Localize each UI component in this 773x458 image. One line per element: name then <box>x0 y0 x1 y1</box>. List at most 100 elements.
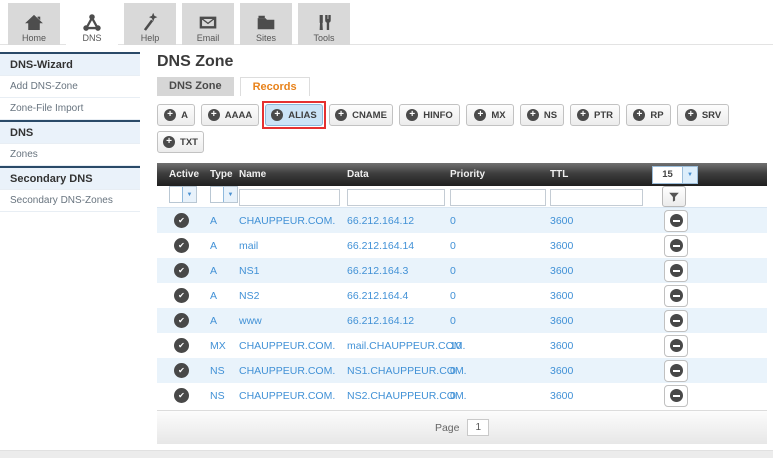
record-data-link[interactable]: 66.212.164.14 <box>347 240 414 252</box>
delete-record-button[interactable] <box>664 360 688 382</box>
record-name-link[interactable]: CHAUPPEUR.COM. <box>239 340 335 352</box>
record-type-link[interactable]: NS <box>210 365 225 377</box>
column-header-ttl[interactable]: TTL <box>550 169 652 180</box>
delete-record-button[interactable] <box>664 385 688 407</box>
column-header-priority[interactable]: Priority <box>450 169 550 180</box>
table-row: ✔ MX CHAUPPEUR.COM. mail.CHAUPPEUR.COM. … <box>157 333 767 358</box>
record-name-link[interactable]: CHAUPPEUR.COM. <box>239 365 335 377</box>
toolbar-tab-tools[interactable]: Tools <box>298 3 350 45</box>
tab-dns-zone[interactable]: DNS Zone <box>157 77 234 96</box>
record-ttl-link[interactable]: 3600 <box>550 265 573 277</box>
sidebar-item-add-dns-zone[interactable]: Add DNS-Zone <box>0 76 140 98</box>
add-record-label: TXT <box>180 137 198 148</box>
add-ptr-button[interactable]: +PTR <box>570 104 620 126</box>
record-data-link[interactable]: NS2.CHAUPPEUR.COM. <box>347 390 467 402</box>
record-priority-link[interactable]: 0 <box>450 265 456 277</box>
active-check-icon[interactable]: ✔ <box>174 388 189 403</box>
add-alias-button[interactable]: +ALIAS <box>265 104 323 126</box>
toolbar-tab-sites[interactable]: Sites <box>240 3 292 45</box>
record-name-link[interactable]: CHAUPPEUR.COM. <box>239 390 335 402</box>
sidebar-item-zones[interactable]: Zones <box>0 144 140 166</box>
active-check-icon[interactable]: ✔ <box>174 338 189 353</box>
add-mx-button[interactable]: +MX <box>466 104 514 126</box>
add-ns-button[interactable]: +NS <box>520 104 564 126</box>
record-type-link[interactable]: A <box>210 215 217 227</box>
record-ttl-link[interactable]: 3600 <box>550 315 573 327</box>
active-check-icon[interactable]: ✔ <box>174 263 189 278</box>
record-name-link[interactable]: www <box>239 315 262 327</box>
record-priority-link[interactable]: 0 <box>450 315 456 327</box>
record-ttl-link[interactable]: 3600 <box>550 240 573 252</box>
add-cname-button[interactable]: +CNAME <box>329 104 393 126</box>
active-check-icon[interactable]: ✔ <box>174 313 189 328</box>
record-data-link[interactable]: 66.212.164.12 <box>347 315 414 327</box>
filter-priority-input[interactable] <box>450 189 546 206</box>
add-a-button[interactable]: +A <box>157 104 195 126</box>
record-type-link[interactable]: A <box>210 315 217 327</box>
record-ttl-link[interactable]: 3600 <box>550 290 573 302</box>
active-check-icon[interactable]: ✔ <box>174 238 189 253</box>
filter-apply-button[interactable] <box>662 186 686 207</box>
add-txt-button[interactable]: +TXT <box>157 131 204 153</box>
record-priority-link[interactable]: 0 <box>450 365 456 377</box>
column-header-type[interactable]: Type <box>210 169 239 180</box>
record-name-link[interactable]: CHAUPPEUR.COM. <box>239 215 335 227</box>
page-1-button[interactable]: 1 <box>467 419 489 436</box>
delete-record-button[interactable] <box>664 210 688 232</box>
page-size-select[interactable]: 15 ▼ <box>652 166 698 184</box>
record-priority-link[interactable]: 0 <box>450 290 456 302</box>
record-type-link[interactable]: NS <box>210 390 225 402</box>
filter-name-input[interactable] <box>239 189 340 206</box>
record-data-link[interactable]: NS1.CHAUPPEUR.COM. <box>347 365 467 377</box>
record-data-link[interactable]: 66.212.164.4 <box>347 290 408 302</box>
record-name-link[interactable]: mail <box>239 240 258 252</box>
record-data-link[interactable]: mail.CHAUPPEUR.COM. <box>347 340 465 352</box>
minus-icon <box>670 339 683 352</box>
record-priority-link[interactable]: 0 <box>450 390 456 402</box>
column-header-name[interactable]: Name <box>239 169 347 180</box>
toolbar-tab-dns[interactable]: DNS <box>66 3 118 45</box>
record-ttl-link[interactable]: 3600 <box>550 340 573 352</box>
add-srv-button[interactable]: +SRV <box>677 104 729 126</box>
sidebar-item-zone-file-import[interactable]: Zone-File Import <box>0 98 140 120</box>
record-name-link[interactable]: NS1 <box>239 265 259 277</box>
sidebar-section-dns: DNS <box>0 120 140 144</box>
active-check-icon[interactable]: ✔ <box>174 363 189 378</box>
delete-record-button[interactable] <box>664 260 688 282</box>
add-aaaa-button[interactable]: +AAAA <box>201 104 259 126</box>
delete-record-button[interactable] <box>664 235 688 257</box>
record-type-link[interactable]: A <box>210 265 217 277</box>
record-type-link[interactable]: MX <box>210 340 226 352</box>
delete-record-button[interactable] <box>664 335 688 357</box>
record-data-link[interactable]: 66.212.164.12 <box>347 215 414 227</box>
column-header-data[interactable]: Data <box>347 169 450 180</box>
active-check-icon[interactable]: ✔ <box>174 213 189 228</box>
record-priority-link[interactable]: 10 <box>450 340 462 352</box>
filter-active-select[interactable]: ▼ <box>169 186 197 203</box>
delete-record-button[interactable] <box>664 285 688 307</box>
delete-record-button[interactable] <box>664 310 688 332</box>
record-type-link[interactable]: A <box>210 290 217 302</box>
add-hinfo-button[interactable]: +HINFO <box>399 104 460 126</box>
record-priority-link[interactable]: 0 <box>450 215 456 227</box>
record-ttl-link[interactable]: 3600 <box>550 215 573 227</box>
column-header-active[interactable]: Active <box>157 169 210 180</box>
plus-icon: + <box>474 109 486 121</box>
toolbar-tab-help[interactable]: Help <box>124 3 176 45</box>
record-ttl-link[interactable]: 3600 <box>550 365 573 377</box>
toolbar-tab-email[interactable]: Email <box>182 3 234 45</box>
record-name-link[interactable]: NS2 <box>239 290 259 302</box>
filter-data-input[interactable] <box>347 189 445 206</box>
filter-ttl-input[interactable] <box>550 189 643 206</box>
record-data-link[interactable]: 66.212.164.3 <box>347 265 408 277</box>
add-rp-button[interactable]: +RP <box>626 104 671 126</box>
filter-type-select[interactable]: ▼ <box>210 186 238 203</box>
record-type-link[interactable]: A <box>210 240 217 252</box>
page-title: DNS Zone <box>157 53 767 71</box>
record-priority-link[interactable]: 0 <box>450 240 456 252</box>
tab-records[interactable]: Records <box>240 77 310 96</box>
active-check-icon[interactable]: ✔ <box>174 288 189 303</box>
record-ttl-link[interactable]: 3600 <box>550 390 573 402</box>
sidebar-item-secondary-dns-zones[interactable]: Secondary DNS-Zones <box>0 190 140 212</box>
toolbar-tab-home[interactable]: Home <box>8 3 60 45</box>
